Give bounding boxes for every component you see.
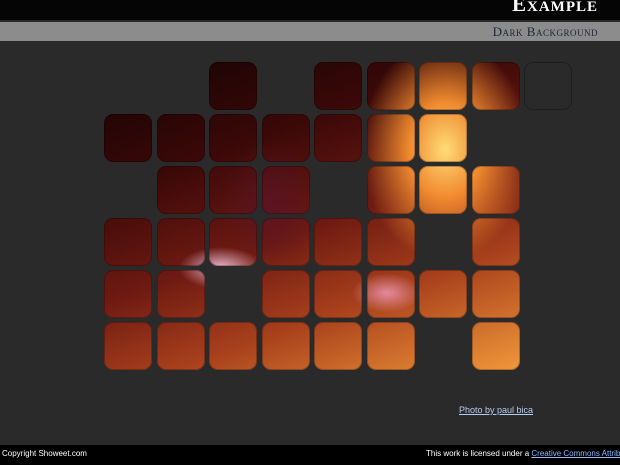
mosaic-tile [367, 114, 415, 162]
license-text: This work is licensed under a Creative C… [426, 449, 620, 458]
mosaic-tile [209, 62, 257, 110]
mosaic-tile [419, 270, 467, 318]
mosaic-tile [262, 270, 310, 318]
license-prefix: This work is licensed under a [426, 449, 532, 458]
mosaic-tile [209, 114, 257, 162]
mosaic-tile [472, 166, 520, 214]
mosaic-tile [209, 166, 257, 214]
mosaic-tile [367, 166, 415, 214]
mosaic-tile [157, 322, 205, 370]
mosaic-tile [262, 114, 310, 162]
mosaic-tile [367, 62, 415, 110]
mosaic-tile [314, 218, 362, 266]
mosaic-tile [104, 322, 152, 370]
mosaic-tile [262, 322, 310, 370]
mosaic-tile [209, 218, 257, 266]
mosaic-tile [314, 114, 362, 162]
mosaic-tile [472, 62, 520, 110]
mosaic-tile [419, 114, 467, 162]
copyright-text: Copyright Showeet.com [2, 449, 87, 458]
mosaic-tile [262, 218, 310, 266]
photo-credit-link[interactable]: Photo by paul bica [459, 405, 533, 415]
license-link[interactable]: Creative Commons Attributio [531, 449, 620, 458]
mosaic-tile [104, 270, 152, 318]
mosaic-tile [157, 166, 205, 214]
mosaic-tile [157, 218, 205, 266]
photo-mosaic [0, 0, 620, 465]
footer-bar: Copyright Showeet.com This work is licen… [0, 445, 620, 465]
mosaic-tile [472, 270, 520, 318]
mosaic-tile [367, 322, 415, 370]
mosaic-tile [157, 114, 205, 162]
mosaic-tile [314, 322, 362, 370]
mosaic-tile [419, 62, 467, 110]
mosaic-tile [472, 322, 520, 370]
mosaic-tile [472, 218, 520, 266]
mosaic-tile [367, 218, 415, 266]
mosaic-tile [367, 270, 415, 318]
mosaic-tile [104, 114, 152, 162]
mosaic-tile [104, 218, 152, 266]
mosaic-tile [157, 270, 205, 318]
mosaic-tile [314, 62, 362, 110]
mosaic-tile [419, 166, 467, 214]
mosaic-tile [262, 166, 310, 214]
mosaic-tile [209, 322, 257, 370]
mosaic-tile [524, 62, 572, 110]
mosaic-tile [314, 270, 362, 318]
